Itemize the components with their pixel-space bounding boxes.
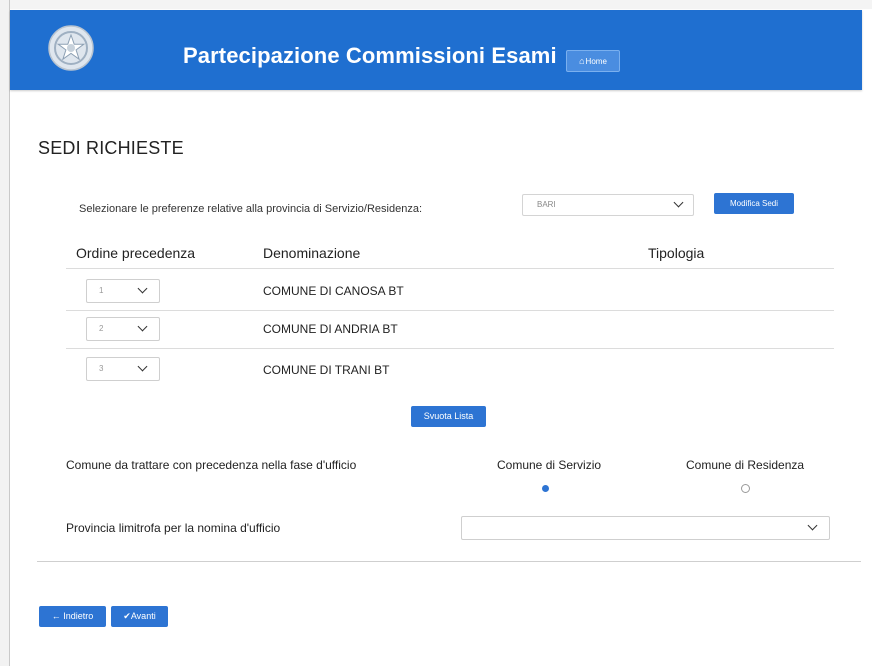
check-icon: ✔ [123, 611, 131, 621]
row-denomination: COMUNE DI CANOSA BT [263, 284, 404, 298]
row-denomination: COMUNE DI ANDRIA BT [263, 322, 398, 336]
home-icon: ⌂ [579, 56, 585, 66]
table-header-divider [66, 268, 834, 269]
chevron-down-icon [137, 321, 148, 332]
next-button[interactable]: ✔Avanti [111, 606, 168, 627]
window-left-edge [0, 0, 10, 666]
column-header-denomination: Denominazione [263, 245, 361, 261]
back-button[interactable]: ← Indietro [39, 606, 106, 627]
next-button-label: Avanti [130, 611, 156, 621]
row-denomination: COMUNE DI TRANI BT [263, 363, 390, 377]
order-select[interactable]: 3 [86, 357, 160, 381]
row-divider [66, 348, 834, 349]
form-divider [37, 561, 861, 562]
provincia-limitrofa-label: Provincia limitrofa per la nomina d'uffi… [66, 521, 281, 535]
order-select[interactable]: 2 [86, 317, 160, 341]
comune-residenza-label: Comune di Residenza [686, 458, 805, 472]
column-header-type: Tipologia [648, 245, 705, 261]
order-select-value: 2 [99, 324, 104, 333]
chevron-down-icon [807, 520, 818, 531]
home-button[interactable]: ⌂Home [566, 50, 620, 72]
provincia-limitrofa-select[interactable] [461, 516, 830, 540]
province-select[interactable]: BARI [522, 194, 694, 216]
province-preference-label: Selezionare le preferenze relative alla … [79, 203, 423, 215]
column-header-order: Ordine precedenza [76, 245, 196, 261]
comune-servizio-radio[interactable] [542, 485, 549, 492]
page-title: SEDI RICHIESTE [38, 138, 184, 158]
window-top-edge [0, 0, 872, 9]
modifica-sedi-button[interactable]: Modifica Sedi [714, 193, 794, 214]
row-divider [66, 310, 834, 311]
chevron-down-icon [137, 361, 148, 372]
back-button-label: Indietro [63, 611, 94, 621]
order-select[interactable]: 1 [86, 279, 160, 303]
home-button-label: Home [585, 57, 607, 66]
republic-emblem-icon [48, 25, 94, 71]
order-select-value: 3 [99, 364, 104, 373]
arrow-left-icon: ← [51, 611, 61, 621]
order-select-value: 1 [99, 286, 104, 295]
app-title: Partecipazione Commissioni Esami [183, 43, 557, 68]
app-header: Partecipazione Commissioni Esami ⌂Home [10, 10, 862, 90]
svuota-lista-button[interactable]: Svuota Lista [411, 406, 486, 427]
province-select-value: BARI [537, 200, 556, 209]
precedenza-label: Comune da trattare con precedenza nella … [66, 458, 357, 472]
chevron-down-icon [673, 197, 684, 208]
chevron-down-icon [137, 283, 148, 294]
comune-residenza-radio[interactable] [741, 484, 750, 493]
comune-servizio-label: Comune di Servizio [497, 458, 602, 472]
